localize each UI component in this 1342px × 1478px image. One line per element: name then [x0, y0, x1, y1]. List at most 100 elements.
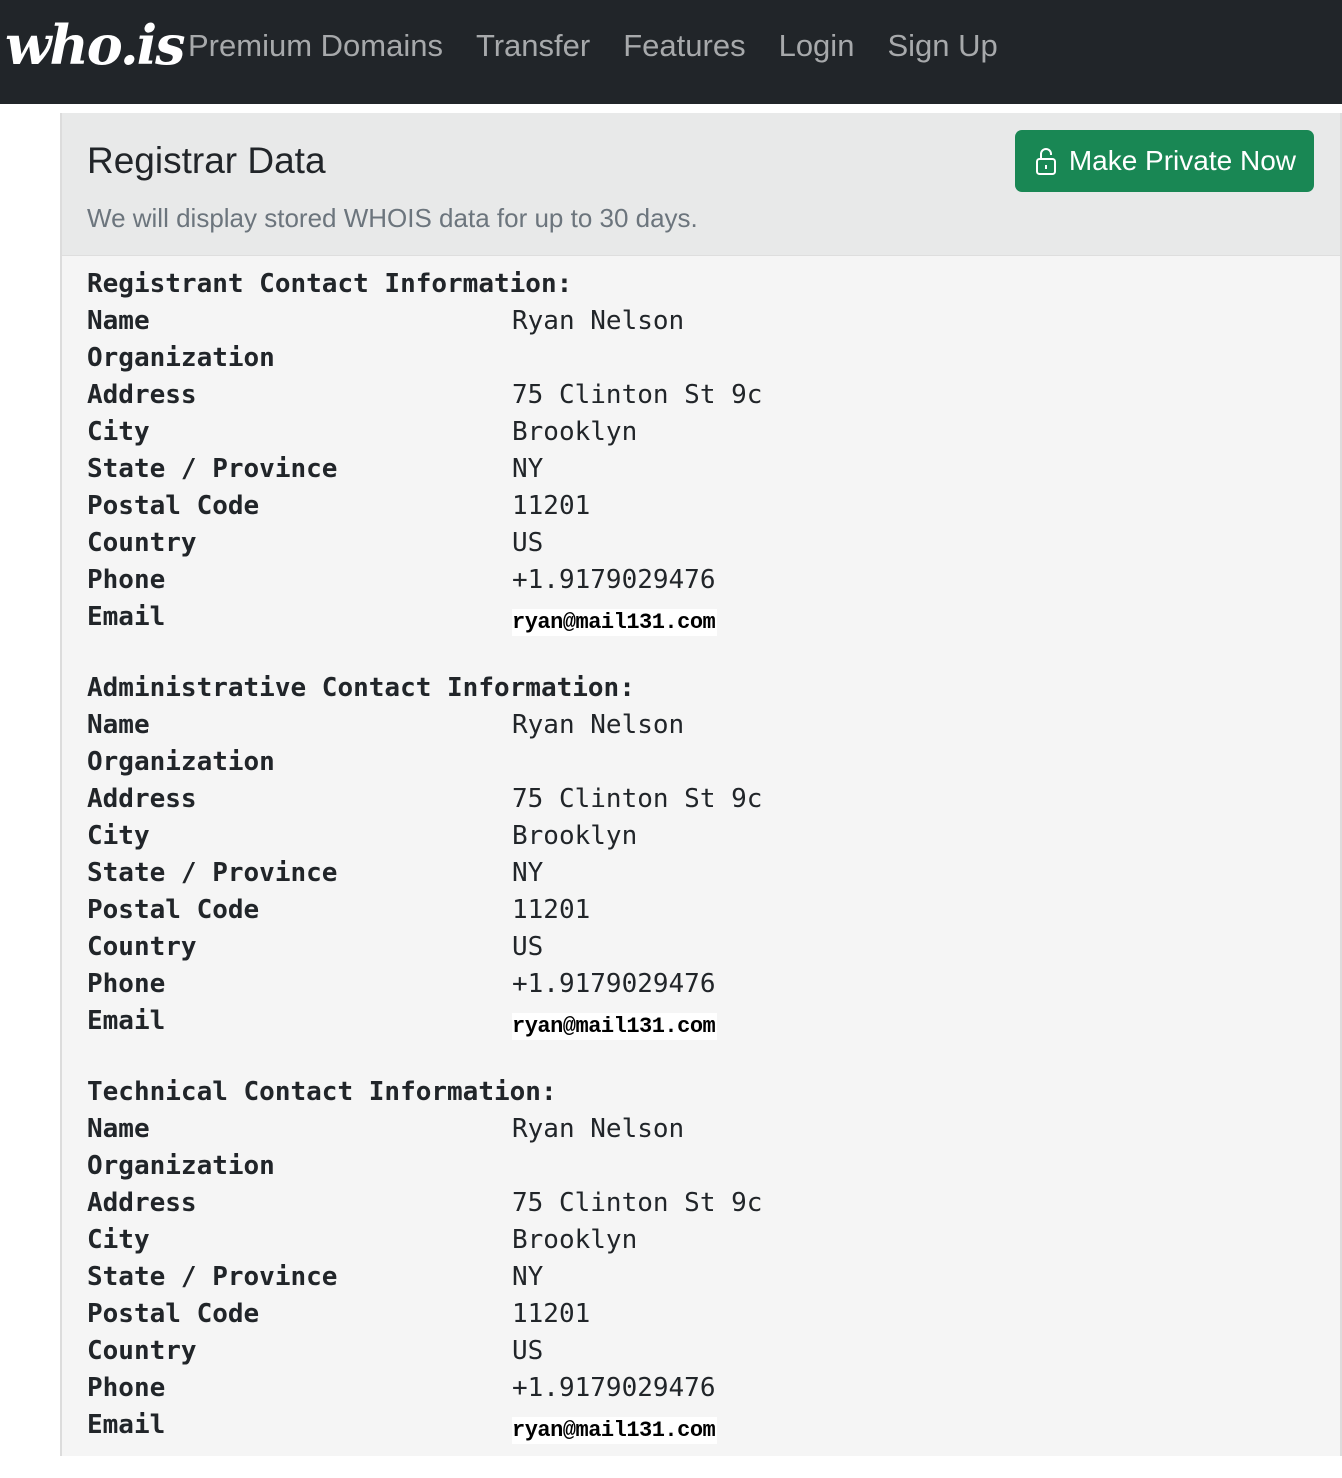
field-row-address: Address 75 Clinton St 9c — [87, 1185, 762, 1222]
field-row-name: Name Ryan Nelson — [87, 707, 762, 744]
field-value: US — [512, 1336, 544, 1366]
field-value: US — [512, 932, 544, 962]
field-value: 75 Clinton St 9c — [512, 784, 763, 814]
field-label: Phone — [87, 1373, 166, 1403]
field-label: Country — [87, 528, 197, 558]
field-label: Name — [87, 306, 150, 336]
field-label: Postal Code — [87, 491, 260, 521]
field-row-phone: Phone +1.9179029476 — [87, 966, 762, 1003]
whois-record: Registrant Contact Information: Name Ryan … — [87, 266, 762, 1478]
field-label: Phone — [87, 565, 166, 595]
field-row-organization: Organization — [87, 744, 762, 781]
field-row-city: City Brooklyn — [87, 818, 762, 855]
field-label: Postal Code — [87, 895, 260, 925]
nav-link-sign-up[interactable]: Sign Up — [887, 26, 997, 66]
section-title: Registrant Contact Information: — [87, 269, 573, 299]
field-label: Address — [87, 784, 197, 814]
nav-link-transfer[interactable]: Transfer — [476, 26, 590, 66]
field-value: NY — [512, 454, 544, 484]
field-value: 11201 — [512, 491, 591, 521]
field-label: Organization — [87, 343, 275, 373]
field-label: Organization — [87, 1151, 275, 1181]
field-label: Address — [87, 1188, 197, 1218]
card-header: Registrar Data We will display stored WH… — [62, 113, 1340, 256]
field-label: State / Province — [87, 858, 338, 888]
field-value: NY — [512, 1262, 544, 1292]
field-label: Postal Code — [87, 1299, 260, 1329]
field-label: Email — [87, 1410, 166, 1440]
field-label: Email — [87, 602, 166, 632]
field-label: Name — [87, 710, 150, 740]
nav-links: Premium Domains Transfer Features Login … — [188, 26, 998, 66]
field-value: Brooklyn — [512, 417, 638, 447]
field-value: 11201 — [512, 1299, 591, 1329]
field-value: 75 Clinton St 9c — [512, 1188, 763, 1218]
field-label: Email — [87, 1006, 166, 1036]
field-value: US — [512, 528, 544, 558]
field-row-email: Email ryan@mail131.com — [87, 599, 762, 636]
field-row-organization: Organization — [87, 1148, 762, 1185]
field-row-city: City Brooklyn — [87, 1222, 762, 1259]
top-navbar: who.is Premium Domains Transfer Features… — [0, 0, 1342, 104]
field-value: 75 Clinton St 9c — [512, 380, 763, 410]
contact-section-administrative: Administrative Contact Information: Name R… — [87, 670, 762, 1040]
field-value: Ryan Nelson — [512, 306, 685, 336]
field-value: +1.9179029476 — [512, 1373, 716, 1403]
field-row-country: Country US — [87, 929, 762, 966]
card-title: Registrar Data — [87, 140, 326, 181]
section-title: Administrative Contact Information: — [87, 673, 635, 703]
field-row-address: Address 75 Clinton St 9c — [87, 377, 762, 414]
field-value: Ryan Nelson — [512, 710, 685, 740]
field-label: Name — [87, 1114, 150, 1144]
field-row-state-province: State / Province NY — [87, 1259, 762, 1296]
field-row-state-province: State / Province NY — [87, 855, 762, 892]
field-row-name: Name Ryan Nelson — [87, 303, 762, 340]
field-label: City — [87, 821, 150, 851]
nav-link-features[interactable]: Features — [623, 26, 745, 66]
field-row-country: Country US — [87, 525, 762, 562]
field-row-email: Email ryan@mail131.com — [87, 1003, 762, 1040]
contact-section-technical: Technical Contact Information: Name Ryan N… — [87, 1074, 762, 1444]
make-private-button-label: Make Private Now — [1068, 145, 1296, 176]
field-row-organization: Organization — [87, 340, 762, 377]
field-label: State / Province — [87, 1262, 338, 1292]
field-row-address: Address 75 Clinton St 9c — [87, 781, 762, 818]
field-value: NY — [512, 858, 544, 888]
nav-link-premium-domains[interactable]: Premium Domains — [188, 26, 443, 66]
field-label: City — [87, 417, 150, 447]
field-value: Brooklyn — [512, 821, 638, 851]
email-image: ryan@mail131.com — [512, 1013, 718, 1040]
field-value: +1.9179029476 — [512, 969, 716, 999]
field-value: Ryan Nelson — [512, 1114, 685, 1144]
field-label: City — [87, 1225, 150, 1255]
field-row-city: City Brooklyn — [87, 414, 762, 451]
field-row-postal-code: Postal Code 11201 — [87, 1296, 762, 1333]
email-image: ryan@mail131.com — [512, 1417, 718, 1444]
field-label: Address — [87, 380, 197, 410]
field-label: Organization — [87, 747, 275, 777]
field-label: State / Province — [87, 454, 338, 484]
field-value: +1.9179029476 — [512, 565, 716, 595]
field-row-state-province: State / Province NY — [87, 451, 762, 488]
field-row-name: Name Ryan Nelson — [87, 1111, 762, 1148]
email-image: ryan@mail131.com — [512, 609, 718, 636]
field-label: Phone — [87, 969, 166, 999]
card-subtitle: We will display stored WHOIS data for up… — [87, 203, 698, 233]
field-row-phone: Phone +1.9179029476 — [87, 1370, 762, 1407]
field-label: Country — [87, 1336, 197, 1366]
make-private-button[interactable]: Make Private Now — [1014, 130, 1314, 192]
section-title: Technical Contact Information: — [87, 1077, 557, 1107]
field-label: Country — [87, 932, 197, 962]
field-value: 11201 — [512, 895, 591, 925]
nav-link-login[interactable]: Login — [779, 26, 855, 66]
field-row-postal-code: Postal Code 11201 — [87, 488, 762, 525]
field-row-phone: Phone +1.9179029476 — [87, 562, 762, 599]
field-value: Brooklyn — [512, 1225, 638, 1255]
contact-section-registrant: Registrant Contact Information: Name Ryan … — [87, 266, 762, 636]
field-row-email: Email ryan@mail131.com — [87, 1407, 762, 1444]
lock-icon — [1035, 148, 1056, 175]
site-logo[interactable]: who.is — [5, 8, 186, 82]
registrar-data-card: Registrar Data We will display stored WH… — [60, 113, 1342, 1456]
field-row-country: Country US — [87, 1333, 762, 1370]
field-row-postal-code: Postal Code 11201 — [87, 892, 762, 929]
